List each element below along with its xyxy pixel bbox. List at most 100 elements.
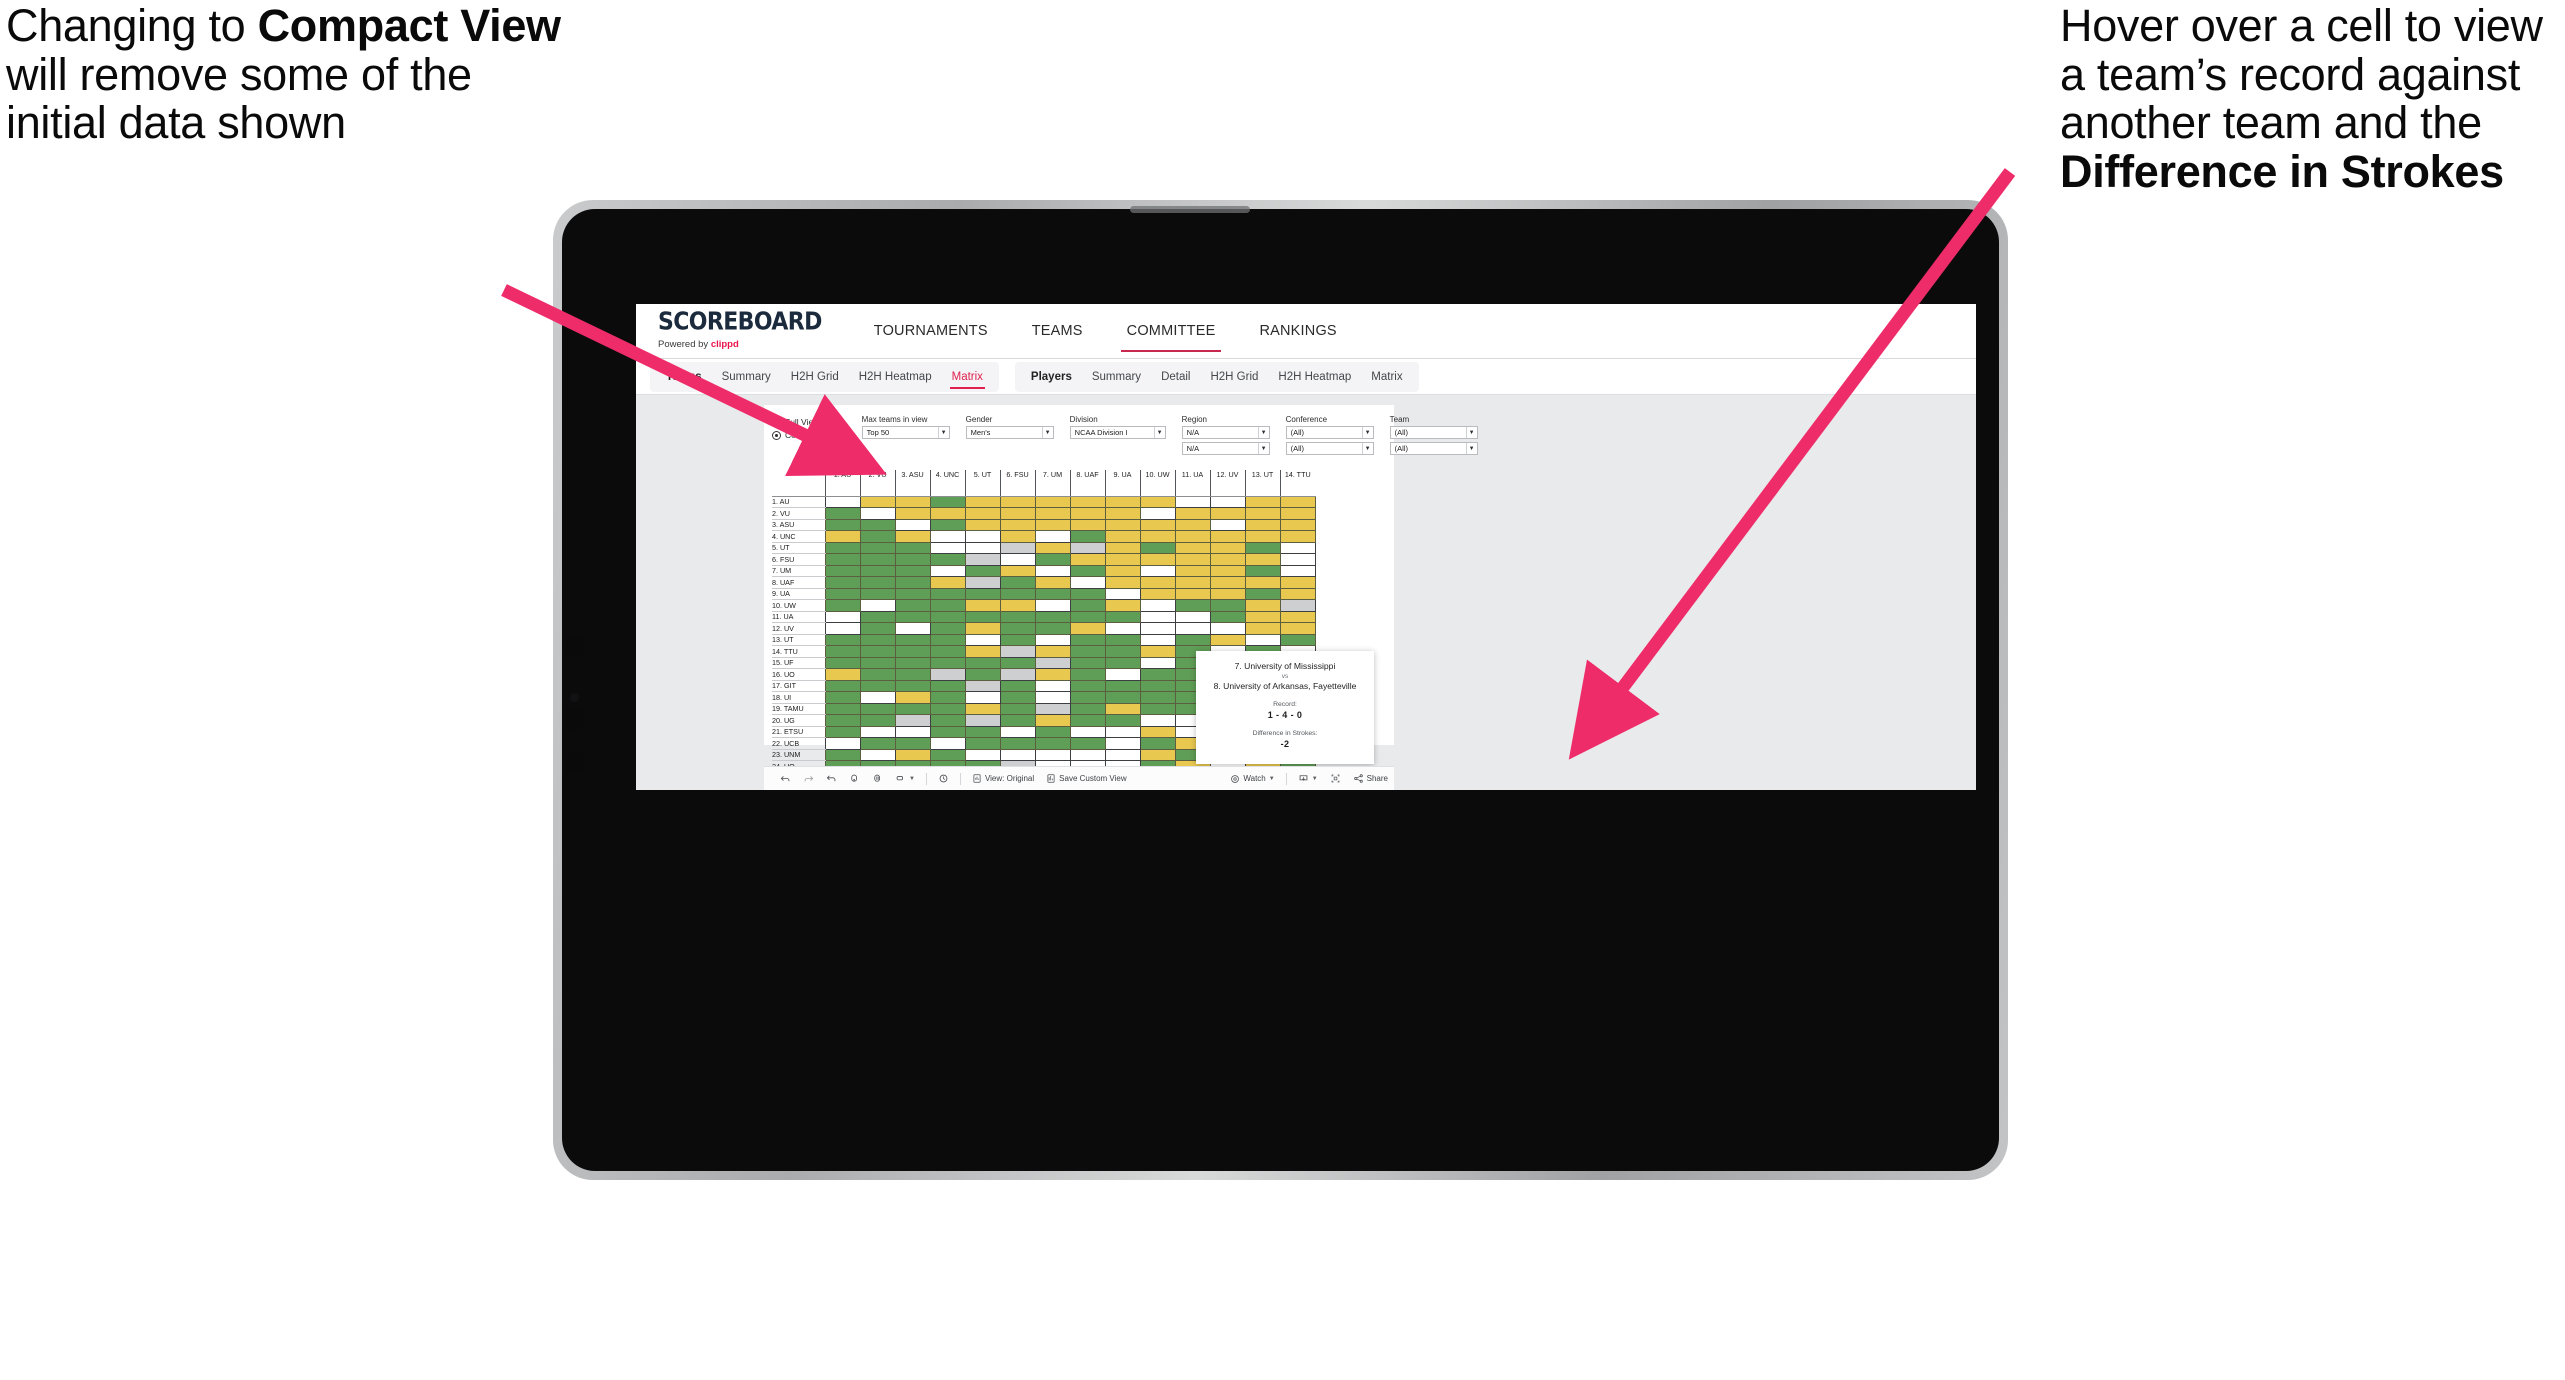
matrix-cell[interactable] bbox=[929, 576, 966, 589]
matrix-cell[interactable] bbox=[964, 702, 1001, 715]
matrix-cell[interactable] bbox=[859, 564, 896, 577]
matrix-cell[interactable] bbox=[1034, 576, 1071, 589]
matrix-cell[interactable] bbox=[1244, 541, 1281, 554]
matrix-cell[interactable] bbox=[1139, 530, 1176, 543]
matrix-cell[interactable] bbox=[859, 541, 896, 554]
matrix-cell[interactable] bbox=[929, 518, 966, 531]
view-original-button[interactable]: View: Original bbox=[966, 773, 1040, 784]
matrix-cell[interactable] bbox=[1139, 668, 1176, 681]
matrix-cell[interactable] bbox=[1244, 610, 1281, 623]
fullscreen-button[interactable] bbox=[1324, 773, 1347, 784]
matrix-cell[interactable] bbox=[894, 748, 931, 761]
matrix-cell[interactable] bbox=[894, 645, 931, 658]
matrix-cell[interactable] bbox=[1034, 656, 1071, 669]
matrix-cell[interactable] bbox=[1139, 714, 1176, 727]
matrix-cell[interactable] bbox=[1104, 622, 1141, 635]
matrix-cell[interactable] bbox=[894, 714, 931, 727]
matrix-cell[interactable] bbox=[859, 507, 896, 520]
matrix-cell[interactable] bbox=[999, 679, 1036, 692]
matrix-cell[interactable] bbox=[929, 553, 966, 566]
matrix-cell[interactable] bbox=[999, 633, 1036, 646]
matrix-cell[interactable] bbox=[894, 587, 931, 600]
matrix-cell[interactable] bbox=[1034, 737, 1071, 750]
matrix-cell[interactable] bbox=[1104, 702, 1141, 715]
matrix-cell[interactable] bbox=[859, 748, 896, 761]
matrix-cell[interactable] bbox=[824, 748, 861, 761]
matrix-cell[interactable] bbox=[824, 507, 861, 520]
nav-item-rankings[interactable]: RANKINGS bbox=[1237, 304, 1358, 358]
matrix-cell[interactable] bbox=[1279, 576, 1316, 589]
matrix-cell[interactable] bbox=[1174, 507, 1211, 520]
matrix-cell[interactable] bbox=[1104, 507, 1141, 520]
matrix-cell[interactable] bbox=[929, 714, 966, 727]
matrix-cell[interactable] bbox=[1139, 645, 1176, 658]
matrix-cell[interactable] bbox=[1209, 564, 1246, 577]
matrix-cell[interactable] bbox=[999, 668, 1036, 681]
matrix-cell[interactable] bbox=[929, 610, 966, 623]
matrix-cell[interactable] bbox=[859, 737, 896, 750]
matrix-cell[interactable] bbox=[1209, 541, 1246, 554]
matrix-cell[interactable] bbox=[894, 507, 931, 520]
matrix-cell[interactable] bbox=[1279, 599, 1316, 612]
matrix-cell[interactable] bbox=[929, 541, 966, 554]
redo-icon[interactable] bbox=[797, 773, 820, 784]
matrix-cell[interactable] bbox=[1069, 714, 1106, 727]
matrix-cell[interactable] bbox=[1174, 622, 1211, 635]
matrix-cell[interactable] bbox=[1104, 530, 1141, 543]
nav-item-tournaments[interactable]: TOURNAMENTS bbox=[852, 304, 1010, 358]
matrix-cell[interactable] bbox=[894, 553, 931, 566]
matrix-cell[interactable] bbox=[1279, 564, 1316, 577]
matrix-cell[interactable] bbox=[999, 645, 1036, 658]
matrix-cell[interactable] bbox=[999, 541, 1036, 554]
matrix-cell[interactable] bbox=[1209, 622, 1246, 635]
matrix-cell[interactable] bbox=[824, 622, 861, 635]
matrix-cell[interactable] bbox=[894, 518, 931, 531]
matrix-cell[interactable] bbox=[1174, 599, 1211, 612]
matrix-cell[interactable] bbox=[859, 668, 896, 681]
subnav-teams-summary[interactable]: Summary bbox=[712, 362, 781, 392]
matrix-cell[interactable] bbox=[1174, 576, 1211, 589]
matrix-cell[interactable] bbox=[894, 495, 931, 508]
matrix-cell[interactable] bbox=[894, 633, 931, 646]
matrix-cell[interactable] bbox=[824, 518, 861, 531]
matrix-cell[interactable] bbox=[1174, 633, 1211, 646]
matrix-cell[interactable] bbox=[1069, 668, 1106, 681]
undo-icon[interactable] bbox=[774, 773, 797, 784]
matrix-cell[interactable] bbox=[964, 633, 1001, 646]
matrix-cell[interactable] bbox=[1034, 587, 1071, 600]
matrix-cell[interactable] bbox=[824, 645, 861, 658]
matrix-cell[interactable] bbox=[1244, 518, 1281, 531]
matrix-cell[interactable] bbox=[1139, 587, 1176, 600]
matrix-cell[interactable] bbox=[1279, 610, 1316, 623]
matrix-cell[interactable] bbox=[1104, 495, 1141, 508]
subnav-players-h2h-heatmap[interactable]: H2H Heatmap bbox=[1268, 362, 1361, 392]
matrix-cell[interactable] bbox=[1104, 633, 1141, 646]
matrix-cell[interactable] bbox=[1139, 679, 1176, 692]
matrix-cell[interactable] bbox=[999, 576, 1036, 589]
matrix-cell[interactable] bbox=[894, 702, 931, 715]
matrix-cell[interactable] bbox=[964, 691, 1001, 704]
matrix-cell[interactable] bbox=[1034, 564, 1071, 577]
matrix-cell[interactable] bbox=[929, 702, 966, 715]
matrix-cell[interactable] bbox=[824, 633, 861, 646]
matrix-cell[interactable] bbox=[1174, 610, 1211, 623]
matrix-cell[interactable] bbox=[1279, 622, 1316, 635]
matrix-cell[interactable] bbox=[859, 645, 896, 658]
matrix-cell[interactable] bbox=[999, 622, 1036, 635]
matrix-cell[interactable] bbox=[1174, 541, 1211, 554]
matrix-cell[interactable] bbox=[929, 645, 966, 658]
subnav-players-h2h-grid[interactable]: H2H Grid bbox=[1200, 362, 1268, 392]
filter-conference-select-1[interactable]: (All) ▼ bbox=[1285, 426, 1374, 439]
matrix-cell[interactable] bbox=[1139, 622, 1176, 635]
matrix-cell[interactable] bbox=[824, 737, 861, 750]
matrix-cell[interactable] bbox=[824, 656, 861, 669]
matrix-cell[interactable] bbox=[1034, 622, 1071, 635]
matrix-cell[interactable] bbox=[1104, 587, 1141, 600]
matrix-cell[interactable] bbox=[1069, 576, 1106, 589]
nav-item-teams[interactable]: TEAMS bbox=[1010, 304, 1105, 358]
matrix-cell[interactable] bbox=[1279, 541, 1316, 554]
matrix-cell[interactable] bbox=[999, 702, 1036, 715]
matrix-cell[interactable] bbox=[1069, 691, 1106, 704]
filter-division-select[interactable]: NCAA Division I ▼ bbox=[1069, 426, 1166, 439]
app-logo[interactable]: SCOREBOARD Powered by clippd bbox=[658, 304, 852, 358]
